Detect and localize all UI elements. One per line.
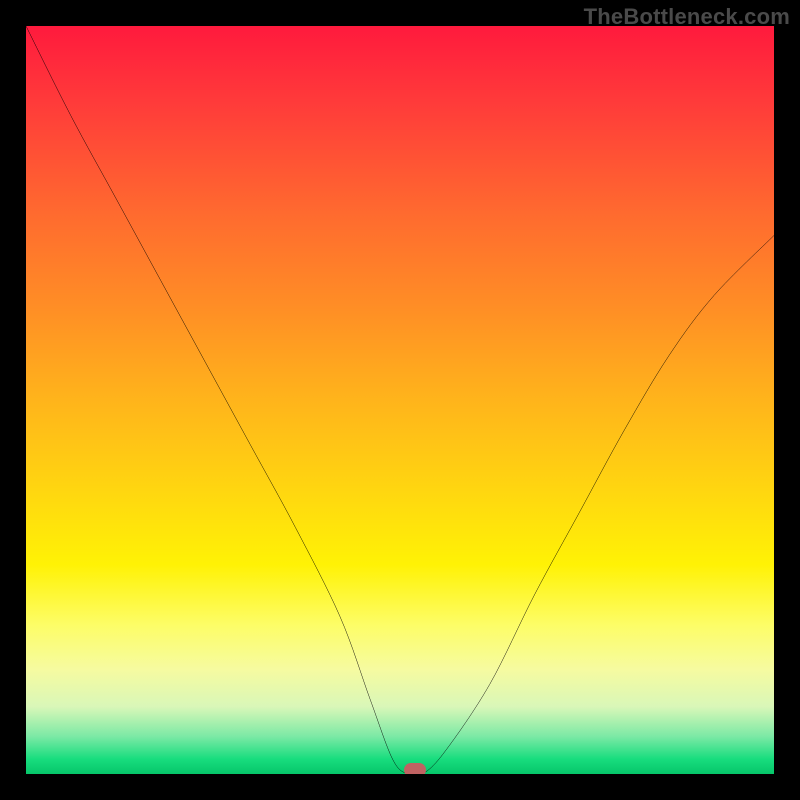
chart-curve [26,26,774,774]
watermark-text: TheBottleneck.com [584,4,790,30]
chart-frame: TheBottleneck.com [0,0,800,800]
plot-area [26,26,774,774]
min-marker [404,763,426,774]
